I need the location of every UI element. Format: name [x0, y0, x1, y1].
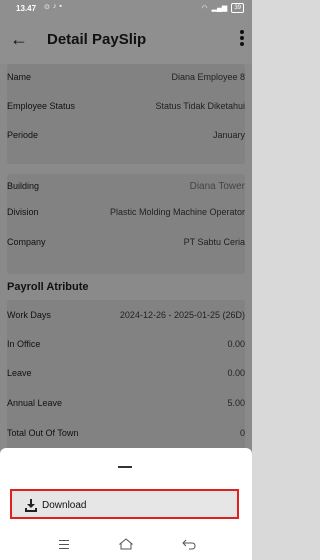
system-nav-bar [0, 530, 252, 560]
name-label: Name [7, 72, 32, 82]
status-right-icons: ◠ ▂▄▆ 39 [201, 3, 244, 13]
page-title: Detail PaySlip [47, 31, 147, 48]
payroll-value: 2024-12-26 - 2025-01-25 (26D) [119, 310, 245, 320]
payroll-label: Total Out Of Town [7, 428, 79, 438]
payroll-value: 0 [239, 428, 245, 438]
app-bar: ← Detail PaySlip [0, 18, 252, 64]
period-value: January [212, 130, 245, 140]
home-icon[interactable] [119, 538, 133, 550]
status-time: 13.47 [16, 4, 37, 13]
download-icon [25, 499, 37, 512]
company-value: PT Sabtu Ceria [183, 237, 245, 247]
system-back-icon[interactable] [182, 538, 196, 550]
building-label: Building [7, 181, 40, 191]
name-value: Diana Employee 8 [171, 72, 245, 82]
battery-icon: 39 [231, 3, 244, 13]
back-arrow-icon[interactable]: ← [10, 29, 28, 50]
status-left-icons: ⊙ ♪ ▪ [44, 3, 62, 11]
payroll-label: In Office [7, 339, 41, 349]
download-label: Download [42, 500, 87, 511]
app-icon: ▪ [59, 3, 62, 10]
period-label: Periode [7, 130, 39, 140]
payroll-value: 0.00 [227, 368, 245, 378]
status-bar: 13.47 ⊙ ♪ ▪ ◠ ▂▄▆ 39 [0, 0, 252, 18]
notification-icon: ⊙ [44, 4, 50, 11]
signal-icon: ▂▄▆ [211, 5, 228, 12]
wifi-icon: ◠ [201, 5, 208, 12]
company-label: Company [7, 237, 46, 247]
main-content: Name Diana Employee 8 Employee Status St… [0, 64, 252, 454]
employee-status-label: Employee Status [7, 101, 76, 111]
tiktok-icon: ♪ [52, 3, 57, 10]
bottom-sheet: Download [0, 448, 252, 530]
more-options-icon[interactable] [240, 30, 244, 46]
payroll-section-title: Payroll Atribute [7, 281, 89, 293]
payroll-label: Leave [7, 368, 32, 378]
payroll-label: Work Days [7, 310, 51, 320]
payroll-value: 5.00 [227, 398, 245, 408]
download-button[interactable]: Download [10, 489, 239, 519]
employee-status-value: Status Tidak Diketahui [155, 101, 245, 111]
division-label: Division [7, 207, 39, 217]
sheet-drag-handle[interactable] [118, 466, 132, 468]
download-button-surface[interactable]: Download [14, 493, 235, 515]
building-value: Diana Tower [189, 181, 245, 192]
payroll-label: Annual Leave [7, 398, 63, 408]
payroll-value: 0.00 [227, 339, 245, 349]
recent-apps-icon[interactable] [59, 540, 69, 552]
division-value: Plastic Molding Machine Operator [109, 207, 245, 217]
